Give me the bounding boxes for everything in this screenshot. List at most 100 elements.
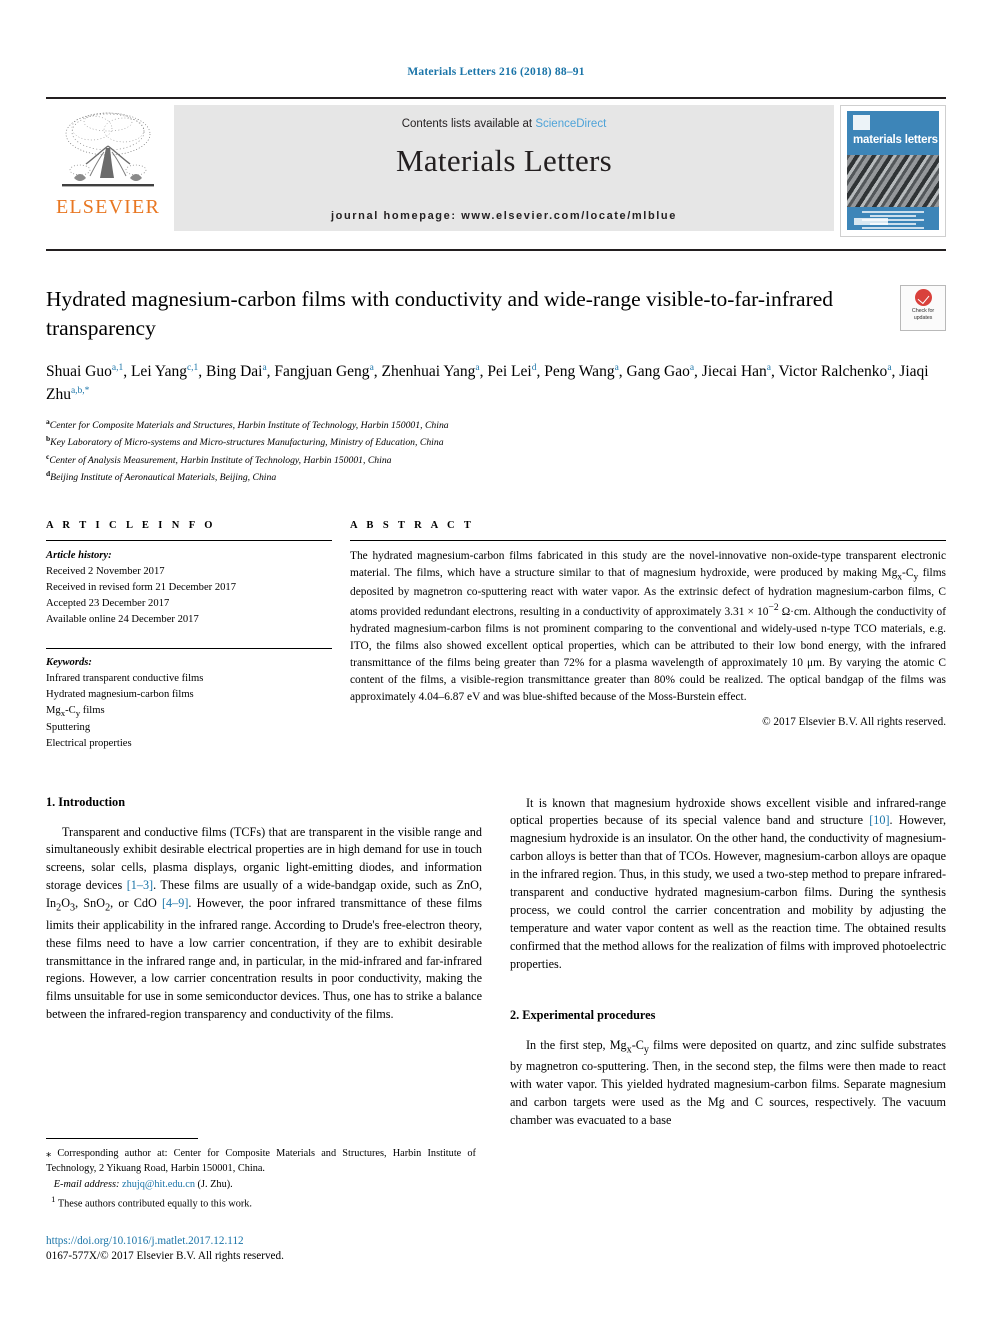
crossmark-check-icon xyxy=(914,289,932,306)
abstract-copyright: © 2017 Elsevier B.V. All rights reserved… xyxy=(762,716,946,729)
crossmark-line2: updates xyxy=(913,314,933,321)
body-columns: 1. Introduction Transparent and conducti… xyxy=(46,795,946,1142)
paragraph-intro-1: Transparent and conductive films (TCFs) … xyxy=(46,824,482,1025)
paragraph-right-1: It is known that magnesium hydroxide sho… xyxy=(510,795,946,974)
email-label: E-mail address: xyxy=(53,1179,120,1191)
cover-art: materials letters xyxy=(847,111,939,230)
author-affiliation-marker[interactable]: d xyxy=(532,363,537,373)
abstract-part-1: The hydrated magnesium-carbon films fabr… xyxy=(350,550,946,580)
citation-link-10[interactable]: [10] xyxy=(869,813,889,827)
author-affiliation-marker[interactable]: a xyxy=(262,363,266,373)
keyword-sub-x: x xyxy=(60,707,66,718)
footnote-corresponding-author: ⁎ Corresponding author at: Center for Co… xyxy=(46,1148,476,1175)
intro-text-d: , SnO xyxy=(75,896,106,911)
cover-journal-name: materials letters xyxy=(853,134,938,146)
contents-prefix: Contents lists available at xyxy=(401,118,536,130)
keywords-block: Keywords: Infrared transparent conductiv… xyxy=(46,647,332,753)
intro-text-f: . However, the poor infrared transmittan… xyxy=(46,896,482,1022)
footnote-marker-1: 1 xyxy=(51,1194,56,1205)
author-affiliation-marker[interactable]: a xyxy=(690,363,694,373)
history-item: Accepted 23 December 2017 xyxy=(46,598,170,610)
author-affiliation-marker[interactable]: a,b,* xyxy=(71,386,89,396)
author-name: Zhenhuai Yang xyxy=(381,363,476,381)
author-affiliation-marker[interactable]: a xyxy=(767,363,771,373)
article-history: Article history: Received 2 November 201… xyxy=(46,548,332,628)
issn-copyright-line: 0167-577X/© 2017 Elsevier B.V. All right… xyxy=(46,1250,284,1263)
author-affiliation-marker[interactable]: c,1 xyxy=(187,363,198,373)
article-info-rule xyxy=(46,540,332,542)
affiliation-text: Beijing Institute of Aeronautical Materi… xyxy=(50,472,277,484)
elsevier-logo: ELSEVIER xyxy=(46,105,170,217)
affiliation-text: Key Laboratory of Micro-systems and Micr… xyxy=(50,437,444,449)
citation-link-1-3[interactable]: [1–3] xyxy=(127,878,153,892)
abstract-heading: A B S T R A C T xyxy=(350,520,475,532)
author-name: Peng Wang xyxy=(544,363,615,381)
affiliation-text: Center for Composite Materials and Struc… xyxy=(49,419,449,431)
crossmark-badge[interactable]: Check for updates xyxy=(900,285,946,331)
paper-page: Materials Letters 216 (2018) 88–91 ELSEV… xyxy=(0,0,992,1323)
keywords-rule xyxy=(46,647,332,649)
affiliation-item: dBeijing Institute of Aeronautical Mater… xyxy=(46,468,946,486)
page-title: Hydrated magnesium-carbon films with con… xyxy=(46,287,834,340)
section-heading-introduction: 1. Introduction xyxy=(46,794,126,809)
citation-link-4-9[interactable]: [4–9] xyxy=(162,896,188,910)
abstract-text: The hydrated magnesium-carbon films fabr… xyxy=(350,548,946,706)
journal-cover-thumbnail[interactable]: materials letters xyxy=(840,105,946,237)
abstract-exponent: −2 xyxy=(768,603,779,614)
doi-link[interactable]: https://doi.org/10.1016/j.matlet.2017.12… xyxy=(46,1234,476,1250)
info-abstract-row: A R T I C L E I N F O Article history: R… xyxy=(46,520,946,752)
author-name: Bing Dai xyxy=(206,363,263,381)
contents-available-line: Contents lists available at ScienceDirec… xyxy=(174,105,834,130)
section-heading-experimental: 2. Experimental procedures xyxy=(510,1007,656,1022)
intro-text-c: O xyxy=(61,896,71,911)
affiliation-item: cCenter of Analysis Measurement, Harbin … xyxy=(46,451,946,469)
footnote-equal-contribution: 1 These authors contributed equally to t… xyxy=(46,1193,476,1211)
author-name: Gang Gao xyxy=(626,363,690,381)
affiliation-list: aCenter for Composite Materials and Stru… xyxy=(46,416,946,486)
keyword-item: Electrical properties xyxy=(46,738,132,750)
footnote-email: E-mail address: zhujq@hit.edu.cn (J. Zhu… xyxy=(46,1177,476,1192)
cover-publisher-mark xyxy=(854,218,888,225)
equal-contribution-text: These authors contributed equally to thi… xyxy=(57,1198,253,1210)
author-name: Jiecai Han xyxy=(701,363,767,381)
affiliation-text: Center of Analysis Measurement, Harbin I… xyxy=(49,455,392,467)
journal-homepage[interactable]: journal homepage: www.elsevier.com/locat… xyxy=(174,210,834,222)
history-item: Available online 24 December 2017 xyxy=(46,614,199,626)
author-affiliation-marker[interactable]: a xyxy=(615,363,619,373)
doi-block: https://doi.org/10.1016/j.matlet.2017.12… xyxy=(46,1234,476,1266)
history-item: Received 2 November 2017 xyxy=(46,566,165,578)
sciencedirect-link[interactable]: ScienceDirect xyxy=(535,118,606,130)
keywords-label: Keywords: xyxy=(46,656,92,668)
abstract-column: A B S T R A C T The hydrated magnesium-c… xyxy=(350,520,946,752)
title-block: Hydrated magnesium-carbon films with con… xyxy=(46,285,946,342)
masthead-banner: Contents lists available at ScienceDirec… xyxy=(174,105,834,231)
journal-masthead: ELSEVIER Contents lists available at Sci… xyxy=(46,97,946,245)
author-affiliation-marker[interactable]: a xyxy=(475,363,479,373)
affiliation-item: bKey Laboratory of Micro-systems and Mic… xyxy=(46,433,946,451)
keyword-item: Mgx-Cy films xyxy=(46,704,105,718)
right-text-b: . However, magnesium hydroxide is an ins… xyxy=(510,813,946,971)
history-item: Received in revised form 21 December 201… xyxy=(46,582,237,594)
author-affiliation-marker[interactable]: a,1 xyxy=(112,363,123,373)
paragraph-experimental-1: In the first step, Mgx-Cy films were dep… xyxy=(510,1037,946,1130)
article-info-column: A R T I C L E I N F O Article history: R… xyxy=(46,520,332,752)
cover-elsevier-icon xyxy=(853,115,870,130)
abstract-part-4: Ω·cm. Although the conductivity of hydra… xyxy=(350,606,946,704)
keyword-item: Sputtering xyxy=(46,722,91,734)
elsevier-wordmark: ELSEVIER xyxy=(55,196,161,218)
running-head: Materials Letters 216 (2018) 88–91 xyxy=(407,66,585,78)
exp-text-a: In the first step, Mg xyxy=(526,1037,627,1052)
journal-title: Materials Letters xyxy=(396,143,612,178)
author-affiliation-marker[interactable]: a xyxy=(370,363,374,373)
footnote-block: ⁎ Corresponding author at: Center for Co… xyxy=(46,1138,476,1265)
author-name: Lei Yang xyxy=(130,363,187,381)
author-affiliation-marker[interactable]: a xyxy=(887,363,891,373)
author-name: Pei Lei xyxy=(487,363,532,381)
article-info-heading: A R T I C L E I N F O xyxy=(46,520,216,532)
body-column-left: 1. Introduction Transparent and conducti… xyxy=(46,795,482,1142)
masthead-bottom-rule xyxy=(46,249,946,251)
email-link[interactable]: zhujq@hit.edu.cn xyxy=(122,1179,195,1190)
author-name: Fangjuan Geng xyxy=(274,363,370,381)
crossmark-line1: Check for xyxy=(911,308,935,314)
abstract-rule xyxy=(350,540,946,542)
